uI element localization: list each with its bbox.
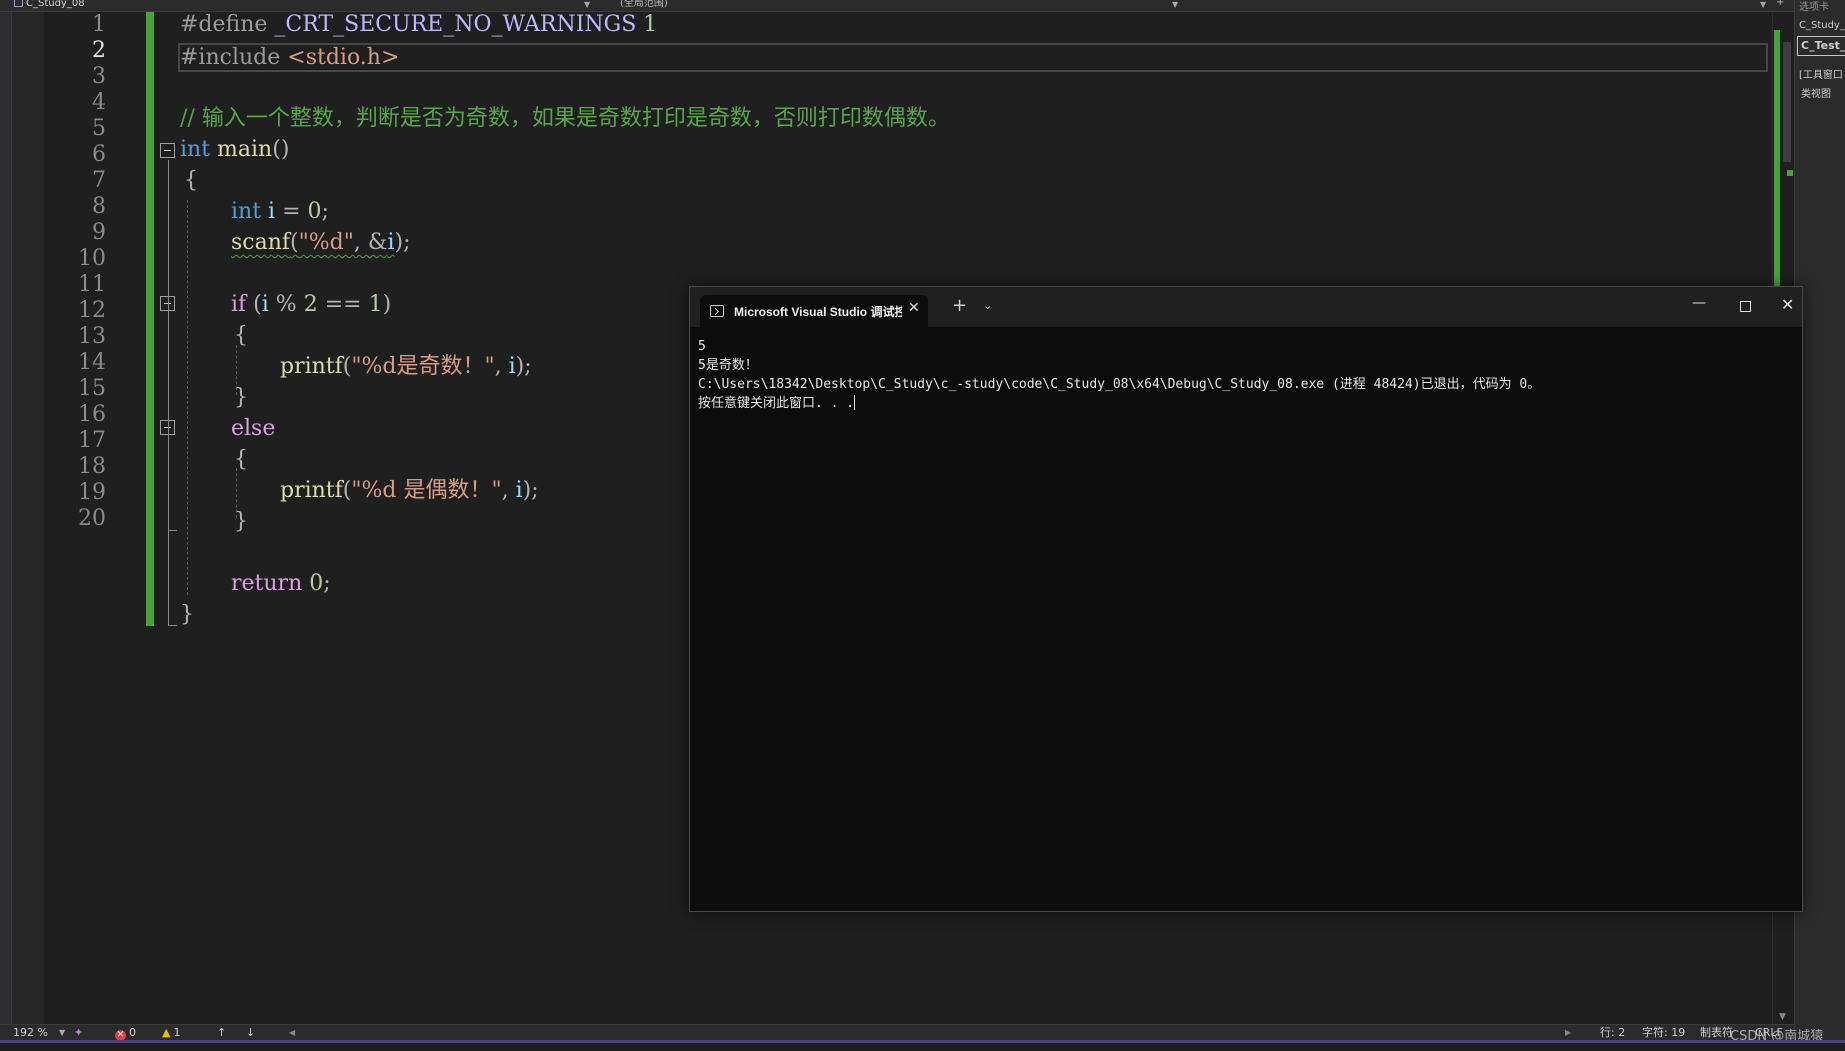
code-line-8[interactable]: scanf("%d", &i); — [231, 228, 411, 258]
chevron-down-icon[interactable]: ⌄ — [983, 299, 992, 312]
panel-item[interactable]: [工具窗口 — [1799, 66, 1843, 81]
arrow-down-icon[interactable]: ↓ — [246, 1025, 255, 1040]
terminal-line: 5 — [698, 339, 706, 354]
scroll-right-icon[interactable]: ▶ — [1565, 1025, 1571, 1040]
code-line-12[interactable]: printf("%d是奇数！", i); — [280, 352, 532, 382]
char-indicator[interactable]: 字符: 19 — [1642, 1025, 1685, 1040]
terminal-icon — [710, 305, 724, 317]
current-line-highlight — [178, 43, 1768, 72]
warning-icon: ▲ — [162, 1026, 171, 1039]
new-tab-icon[interactable]: + — [952, 297, 967, 315]
caret-marker — [1787, 170, 1793, 176]
panel-item-selected[interactable]: C_Test_ — [1797, 36, 1845, 56]
outline-guide-end — [168, 625, 177, 626]
change-map — [1774, 30, 1780, 300]
terminal-tab-title: Microsoft Visual Studio 调试控制台 — [734, 305, 902, 319]
code-line-20[interactable]: } — [180, 600, 194, 630]
code-line-17[interactable]: } — [234, 507, 248, 537]
code-line-7[interactable]: int i = 0; — [231, 197, 329, 227]
code-line-6[interactable]: { — [184, 166, 198, 196]
chevron-down-icon[interactable]: ▼ — [59, 1025, 65, 1040]
line-indicator[interactable]: 行: 2 — [1600, 1025, 1625, 1040]
outline-guide — [168, 312, 169, 396]
terminal-title-bar[interactable]: Microsoft Visual Studio 调试控制台 ✕ + ⌄ — ✕ — [690, 287, 1802, 327]
terminal-line: C:\Users\18342\Desktop\C_Study\c_-study\… — [698, 377, 1541, 392]
code-line-10[interactable]: if (i % 2 == 1) — [231, 290, 391, 320]
code-line-15[interactable]: { — [234, 445, 248, 475]
maximize-icon[interactable] — [1740, 301, 1751, 312]
zoom-level[interactable]: 192 % — [13, 1025, 48, 1040]
line-number: 20 — [78, 506, 106, 531]
panel-item[interactable]: 类视图 — [1801, 85, 1831, 100]
editor-gutter — [12, 12, 44, 1024]
terminal-line-prompt: 按任意键关闭此窗口. . . — [698, 395, 856, 411]
code-line-1[interactable]: #define _CRT_SECURE_NO_WARNINGS 1 — [180, 10, 657, 40]
code-line-5[interactable]: int main() — [180, 135, 289, 165]
warning-count[interactable]: ▲ 1 — [162, 1025, 180, 1040]
split-editor-icon[interactable]: + — [1776, 0, 1784, 8]
tab-indicator[interactable]: 制表符 — [1700, 1025, 1733, 1040]
status-bar: 192 % ▼ ✦ ✕ 0 ▲ 1 ↑ ↓ ◀ ▶ 行: 2 字符: 19 制表符 … — [0, 1024, 1794, 1041]
scroll-down-icon[interactable]: ▼ — [1779, 1012, 1786, 1022]
code-line-4[interactable]: // 输入一个整数，判断是否为奇数，如果是奇数打印是奇数，否则打印数偶数。 — [180, 104, 950, 134]
scroll-thumb[interactable] — [1783, 42, 1791, 162]
chevron-down-icon[interactable]: ▼ — [584, 0, 590, 10]
terminal-output[interactable]: 5 5是奇数！ C:\Users\18342\Desktop\C_Study\c_-… — [698, 337, 1540, 413]
chevron-down-icon[interactable]: ▼ — [1760, 0, 1766, 10]
debug-console-window[interactable]: Microsoft Visual Studio 调试控制台 ✕ + ⌄ — ✕ … — [689, 286, 1803, 912]
code-line-2[interactable]: #include <stdio.h> — [180, 43, 399, 73]
code-line-11[interactable]: { — [234, 321, 248, 351]
chevron-down-icon[interactable]: ▼ — [1172, 0, 1178, 10]
close-tab-icon[interactable]: ✕ — [908, 300, 920, 316]
change-tracking-bar — [146, 12, 154, 626]
indent-guide — [187, 200, 188, 595]
code-line-16[interactable]: printf("%d 是偶数！", i); — [280, 476, 539, 506]
left-tool-strip — [0, 12, 12, 1024]
code-cleanup-icon[interactable]: ✦ — [74, 1025, 83, 1040]
panel-item[interactable]: C_Study_0 — [1799, 20, 1845, 31]
error-count[interactable]: ✕ 0 — [115, 1025, 136, 1041]
text-cursor — [854, 395, 856, 410]
terminal-line: 5是奇数！ — [698, 358, 758, 373]
collapse-icon[interactable] — [160, 143, 175, 158]
scope-dropdown[interactable]: (全局范围) — [620, 0, 668, 9]
close-icon[interactable]: ✕ — [1781, 295, 1794, 314]
project-dropdown[interactable]: C_Study_08 — [14, 0, 85, 9]
terminal-tab[interactable]: Microsoft Visual Studio 调试控制台 ✕ — [700, 295, 928, 327]
outline-guide-end — [168, 530, 177, 531]
code-line-19[interactable]: return 0; — [231, 569, 331, 599]
code-line-14[interactable]: else — [231, 414, 275, 444]
arrow-up-icon[interactable]: ↑ — [217, 1025, 226, 1040]
panel-header: 选项卡 — [1799, 2, 1829, 13]
window-bottom-edge — [0, 1040, 1845, 1051]
scroll-left-icon[interactable]: ◀ — [289, 1025, 295, 1040]
project-icon — [14, 0, 23, 7]
code-line-13[interactable]: } — [234, 383, 248, 413]
minimize-icon[interactable]: — — [1692, 295, 1706, 311]
